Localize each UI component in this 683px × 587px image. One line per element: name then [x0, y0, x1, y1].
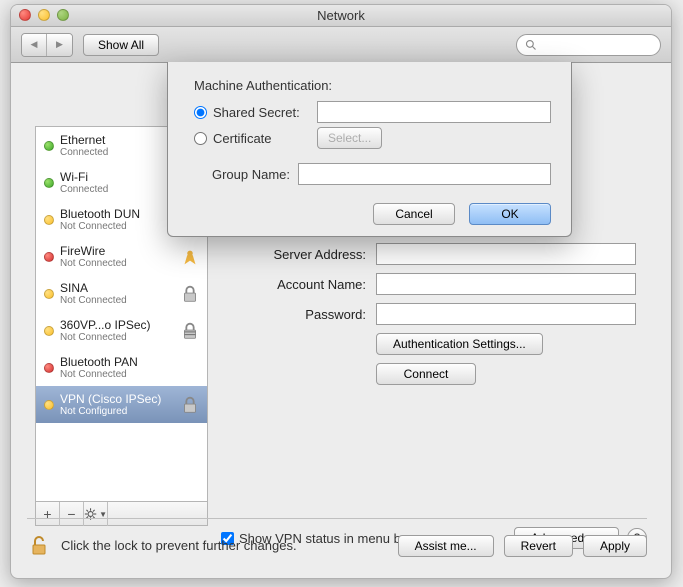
- status-dot: [44, 178, 54, 188]
- group-name-input[interactable]: [298, 163, 551, 185]
- password-label: Password:: [221, 307, 376, 322]
- service-name: 360VP...o IPSec): [60, 318, 175, 332]
- sidebar-item-360vp-o-ipsec-[interactable]: 360VP...o IPSec)Not Connected: [36, 312, 207, 349]
- status-dot: [44, 215, 54, 225]
- shared-secret-label: Shared Secret:: [213, 105, 317, 120]
- service-status: Not Configured: [60, 406, 175, 417]
- sidebar-item-vpn-cisco-ipsec-[interactable]: VPN (Cisco IPSec)Not Configured: [36, 386, 207, 423]
- revert-button[interactable]: Revert: [504, 535, 573, 557]
- status-dot: [44, 326, 54, 336]
- ok-button[interactable]: OK: [469, 203, 551, 225]
- server-address-label: Server Address:: [221, 247, 376, 262]
- service-name: Bluetooth PAN: [60, 355, 175, 369]
- sheet-title: Machine Authentication:: [194, 78, 551, 93]
- service-status: Not Connected: [60, 369, 175, 380]
- server-address-input[interactable]: [376, 243, 636, 265]
- service-name: SINA: [60, 281, 175, 295]
- service-name: VPN (Cisco IPSec): [60, 392, 175, 406]
- lock-row: Click the lock to prevent further change…: [27, 518, 647, 566]
- certificate-label: Certificate: [213, 131, 317, 146]
- service-status: Connected: [60, 147, 175, 158]
- apply-button[interactable]: Apply: [583, 535, 647, 557]
- service-status: Not Connected: [60, 258, 175, 269]
- service-icon: [179, 320, 201, 342]
- sidebar-item-sina[interactable]: SINANot Connected: [36, 275, 207, 312]
- certificate-radio[interactable]: [194, 132, 207, 145]
- minimize-icon[interactable]: [38, 9, 50, 21]
- search-input[interactable]: [516, 34, 661, 56]
- service-status: Not Connected: [60, 295, 175, 306]
- nav-buttons: ◀ ▶: [21, 33, 73, 57]
- service-name: Ethernet: [60, 133, 175, 147]
- account-name-input[interactable]: [376, 273, 636, 295]
- zoom-icon[interactable]: [57, 9, 69, 21]
- close-icon[interactable]: [19, 9, 31, 21]
- vpn-form: Server Address: Account Name: Password: …: [221, 243, 647, 385]
- status-dot: [44, 400, 54, 410]
- unlock-icon[interactable]: [27, 534, 51, 558]
- status-dot: [44, 252, 54, 262]
- service-status: Not Connected: [60, 221, 175, 232]
- auth-settings-button[interactable]: Authentication Settings...: [376, 333, 543, 355]
- search-icon: [525, 39, 537, 51]
- show-all-button[interactable]: Show All: [83, 34, 159, 56]
- lock-text: Click the lock to prevent further change…: [61, 538, 297, 553]
- status-dot: [44, 363, 54, 373]
- service-status: Connected: [60, 184, 175, 195]
- connect-button[interactable]: Connect: [376, 363, 476, 385]
- service-icon: [179, 357, 201, 379]
- shared-secret-radio[interactable]: [194, 106, 207, 119]
- toolbar: ◀ ▶ Show All: [11, 27, 671, 63]
- titlebar: Network: [11, 5, 671, 27]
- status-dot: [44, 289, 54, 299]
- service-status: Not Connected: [60, 332, 175, 343]
- service-name: Bluetooth DUN: [60, 207, 175, 221]
- group-name-label: Group Name:: [194, 167, 298, 182]
- sidebar-item-bluetooth-pan[interactable]: Bluetooth PANNot Connected: [36, 349, 207, 386]
- shared-secret-input[interactable]: [317, 101, 551, 123]
- service-icon: [179, 283, 201, 305]
- back-button[interactable]: ◀: [22, 34, 47, 56]
- service-icon: [179, 246, 201, 268]
- status-dot: [44, 141, 54, 151]
- assist-button[interactable]: Assist me...: [398, 535, 494, 557]
- forward-button[interactable]: ▶: [47, 34, 72, 56]
- traffic-lights: [19, 9, 69, 21]
- password-input[interactable]: [376, 303, 636, 325]
- service-name: Wi-Fi: [60, 170, 175, 184]
- account-name-label: Account Name:: [221, 277, 376, 292]
- cancel-button[interactable]: Cancel: [373, 203, 455, 225]
- window-title: Network: [317, 8, 365, 23]
- auth-sheet: Machine Authentication: Shared Secret: C…: [167, 62, 572, 237]
- sidebar-item-firewire[interactable]: FireWireNot Connected: [36, 238, 207, 275]
- select-cert-button[interactable]: Select...: [317, 127, 382, 149]
- service-name: FireWire: [60, 244, 175, 258]
- service-icon: [179, 394, 201, 416]
